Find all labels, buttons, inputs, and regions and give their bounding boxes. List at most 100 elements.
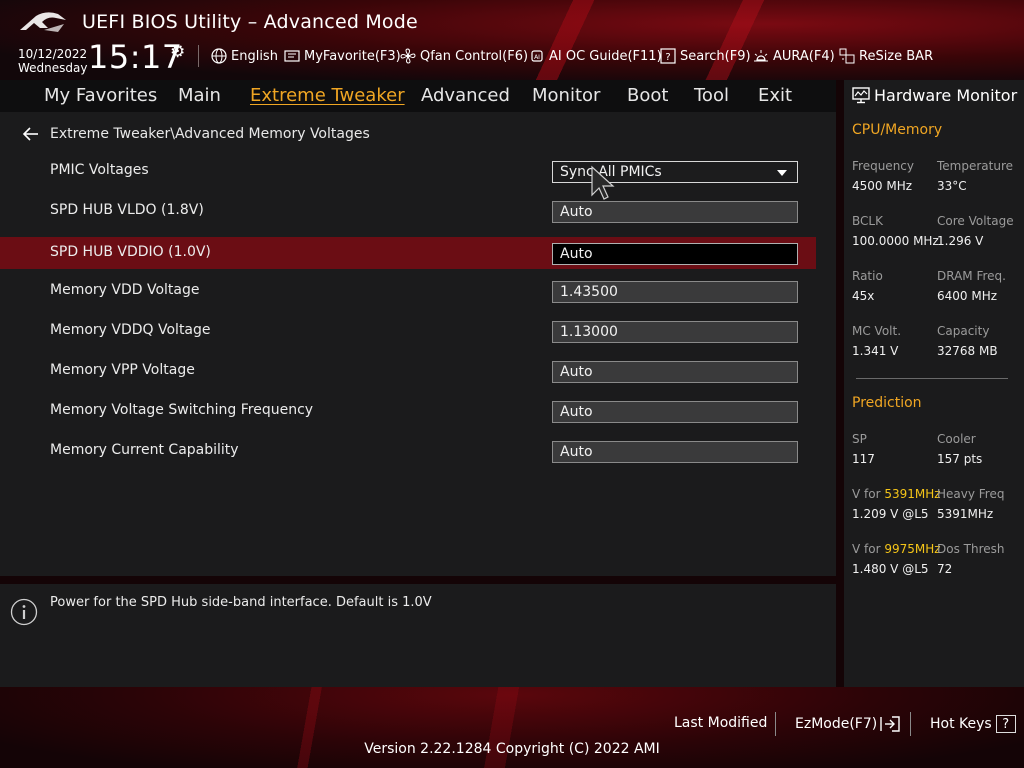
search-label: Search(F9)	[680, 48, 751, 64]
divider	[910, 712, 911, 736]
setting-label: Memory VPP Voltage	[50, 362, 195, 378]
hardware-monitor-title: Hardware Monitor	[852, 85, 1017, 105]
breadcrumb: Extreme Tweaker\Advanced Memory Voltages	[22, 124, 370, 144]
cooler-value: 157 pts	[937, 452, 983, 466]
setting-row-memory-vdd[interactable]: Memory VDD Voltage 1.43500	[0, 275, 816, 307]
resize-bar-button[interactable]: ReSize BAR	[839, 47, 933, 65]
setting-row-memory-current-capability[interactable]: Memory Current Capability Auto	[0, 435, 816, 467]
frequency-label: Frequency	[852, 159, 914, 173]
v-for-2-frequency: 9975MHz	[884, 542, 941, 556]
heavy-freq-value: 5391MHz	[937, 507, 994, 521]
ezmode-button[interactable]: EzMode(F7)	[795, 715, 901, 733]
aura-button[interactable]: AURA(F4)	[753, 47, 835, 65]
svg-text:?: ?	[665, 52, 670, 63]
clock: 15:17	[88, 38, 183, 76]
hot-keys-button[interactable]: Hot Keys ?	[930, 715, 1016, 733]
setting-label: SPD HUB VLDO (1.8V)	[50, 202, 204, 218]
tab-my-favorites[interactable]: My Favorites	[44, 85, 157, 106]
qfan-control-label: Qfan Control(F6)	[420, 48, 529, 64]
pmic-voltages-dropdown[interactable]: Sync All PMICs	[552, 161, 798, 183]
favorite-icon	[284, 48, 300, 64]
sp-label: SP	[852, 432, 867, 446]
date-text: 10/12/2022	[18, 47, 88, 61]
tab-advanced[interactable]: Advanced	[421, 85, 510, 106]
footer-bar: Last Modified EzMode(F7) Hot Keys ? Vers…	[0, 687, 1024, 768]
setting-label: Memory Current Capability	[50, 442, 239, 458]
v-for-text: V for	[852, 542, 881, 556]
ai-chip-icon: AI	[529, 48, 545, 64]
memory-vpp-field[interactable]: Auto	[552, 361, 798, 383]
qfan-control-button[interactable]: Qfan Control(F6)	[400, 47, 528, 65]
back-arrow-icon[interactable]	[22, 127, 40, 141]
globe-icon	[211, 48, 227, 64]
date-display: 10/12/2022 Wednesday	[18, 47, 87, 75]
ai-oc-guide-button[interactable]: AI AI OC Guide(F11)	[529, 47, 662, 65]
aura-label: AURA(F4)	[773, 48, 835, 64]
breadcrumb-path: Extreme Tweaker\Advanced Memory Voltages	[50, 126, 370, 142]
v-for-text: V for	[852, 487, 881, 501]
monitor-icon	[852, 87, 870, 104]
setting-row-memory-switching-frequency[interactable]: Memory Voltage Switching Frequency Auto	[0, 395, 816, 427]
myfavorite-label: MyFavorite(F3)	[304, 48, 401, 64]
temperature-value: 33°C	[937, 179, 967, 193]
core-voltage-label: Core Voltage	[937, 214, 1014, 228]
help-text: Power for the SPD Hub side-band interfac…	[50, 595, 432, 610]
tab-exit[interactable]: Exit	[758, 85, 792, 106]
fan-icon	[400, 48, 416, 64]
last-modified-button[interactable]: Last Modified	[674, 715, 767, 731]
tab-monitor[interactable]: Monitor	[532, 85, 600, 106]
language-label: English	[231, 48, 278, 64]
temperature-label: Temperature	[937, 159, 1014, 173]
setting-label: Memory VDD Voltage	[50, 282, 200, 298]
spd-hub-vddio-field[interactable]: Auto	[552, 243, 798, 265]
setting-row-pmic-voltages[interactable]: PMIC Voltages Sync All PMICs	[0, 155, 816, 187]
memory-current-capability-field[interactable]: Auto	[552, 441, 798, 463]
dos-thresh-label: Dos Thresh	[937, 542, 1005, 556]
language-button[interactable]: English	[211, 47, 278, 65]
memory-vdd-field[interactable]: 1.43500	[552, 281, 798, 303]
tab-extreme-tweaker[interactable]: Extreme Tweaker	[250, 85, 405, 106]
svg-text:AI: AI	[534, 54, 540, 61]
hardware-monitor-label: Hardware Monitor	[874, 85, 1018, 105]
tab-tool[interactable]: Tool	[694, 85, 729, 106]
search-help-icon: ?	[660, 48, 676, 64]
bclk-label: BCLK	[852, 214, 883, 228]
header-bar: UEFI BIOS Utility – Advanced Mode 10/12/…	[0, 0, 1024, 80]
ai-oc-guide-label: AI OC Guide(F11)	[549, 48, 662, 64]
hardware-monitor-panel: Hardware Monitor CPU/Memory Frequency Te…	[844, 80, 1024, 687]
divider	[198, 45, 199, 67]
dram-freq-label: DRAM Freq.	[937, 269, 1006, 283]
core-voltage-value: 1.296 V	[937, 234, 984, 248]
setting-label: SPD HUB VDDIO (1.0V)	[50, 244, 211, 260]
app-title: UEFI BIOS Utility – Advanced Mode	[82, 11, 418, 33]
help-panel: Power for the SPD Hub side-band interfac…	[0, 584, 836, 687]
tab-boot[interactable]: Boot	[627, 85, 668, 106]
heavy-freq-label: Heavy Freq	[937, 487, 1005, 501]
setting-label: PMIC Voltages	[50, 162, 149, 178]
gear-icon[interactable]: ⚙	[170, 42, 185, 62]
setting-row-spd-hub-vldo[interactable]: SPD HUB VLDO (1.8V) Auto	[0, 195, 816, 227]
memory-vddq-field[interactable]: 1.13000	[552, 321, 798, 343]
main-tabs: My Favorites Main Extreme Tweaker Advanc…	[0, 80, 836, 112]
spd-hub-vldo-field[interactable]: Auto	[552, 201, 798, 223]
prediction-heading: Prediction	[852, 395, 922, 411]
resize-bar-label: ReSize BAR	[859, 48, 934, 64]
day-text: Wednesday	[18, 61, 88, 75]
search-button[interactable]: ? Search(F9)	[660, 47, 751, 65]
cooler-label: Cooler	[937, 432, 976, 446]
dram-freq-value: 6400 MHz	[937, 289, 998, 303]
memory-switching-frequency-field[interactable]: Auto	[552, 401, 798, 423]
help-key-icon: ?	[995, 715, 1016, 733]
setting-row-memory-vpp[interactable]: Memory VPP Voltage Auto	[0, 355, 816, 387]
setting-row-spd-hub-vddio[interactable]: SPD HUB VDDIO (1.0V) Auto	[0, 237, 816, 269]
myfavorite-button[interactable]: MyFavorite(F3)	[284, 47, 401, 65]
info-icon	[10, 598, 38, 626]
v-for-1-label: V for 5391MHz	[852, 487, 941, 501]
tab-main[interactable]: Main	[178, 85, 221, 106]
chevron-down-icon	[777, 170, 787, 176]
aura-light-icon	[753, 48, 769, 64]
version-text: Version 2.22.1284 Copyright (C) 2022 AMI	[364, 741, 660, 757]
rog-logo-icon	[20, 12, 66, 32]
setting-row-memory-vddq[interactable]: Memory VDDQ Voltage 1.13000	[0, 315, 816, 347]
resize-bar-icon	[839, 48, 855, 64]
